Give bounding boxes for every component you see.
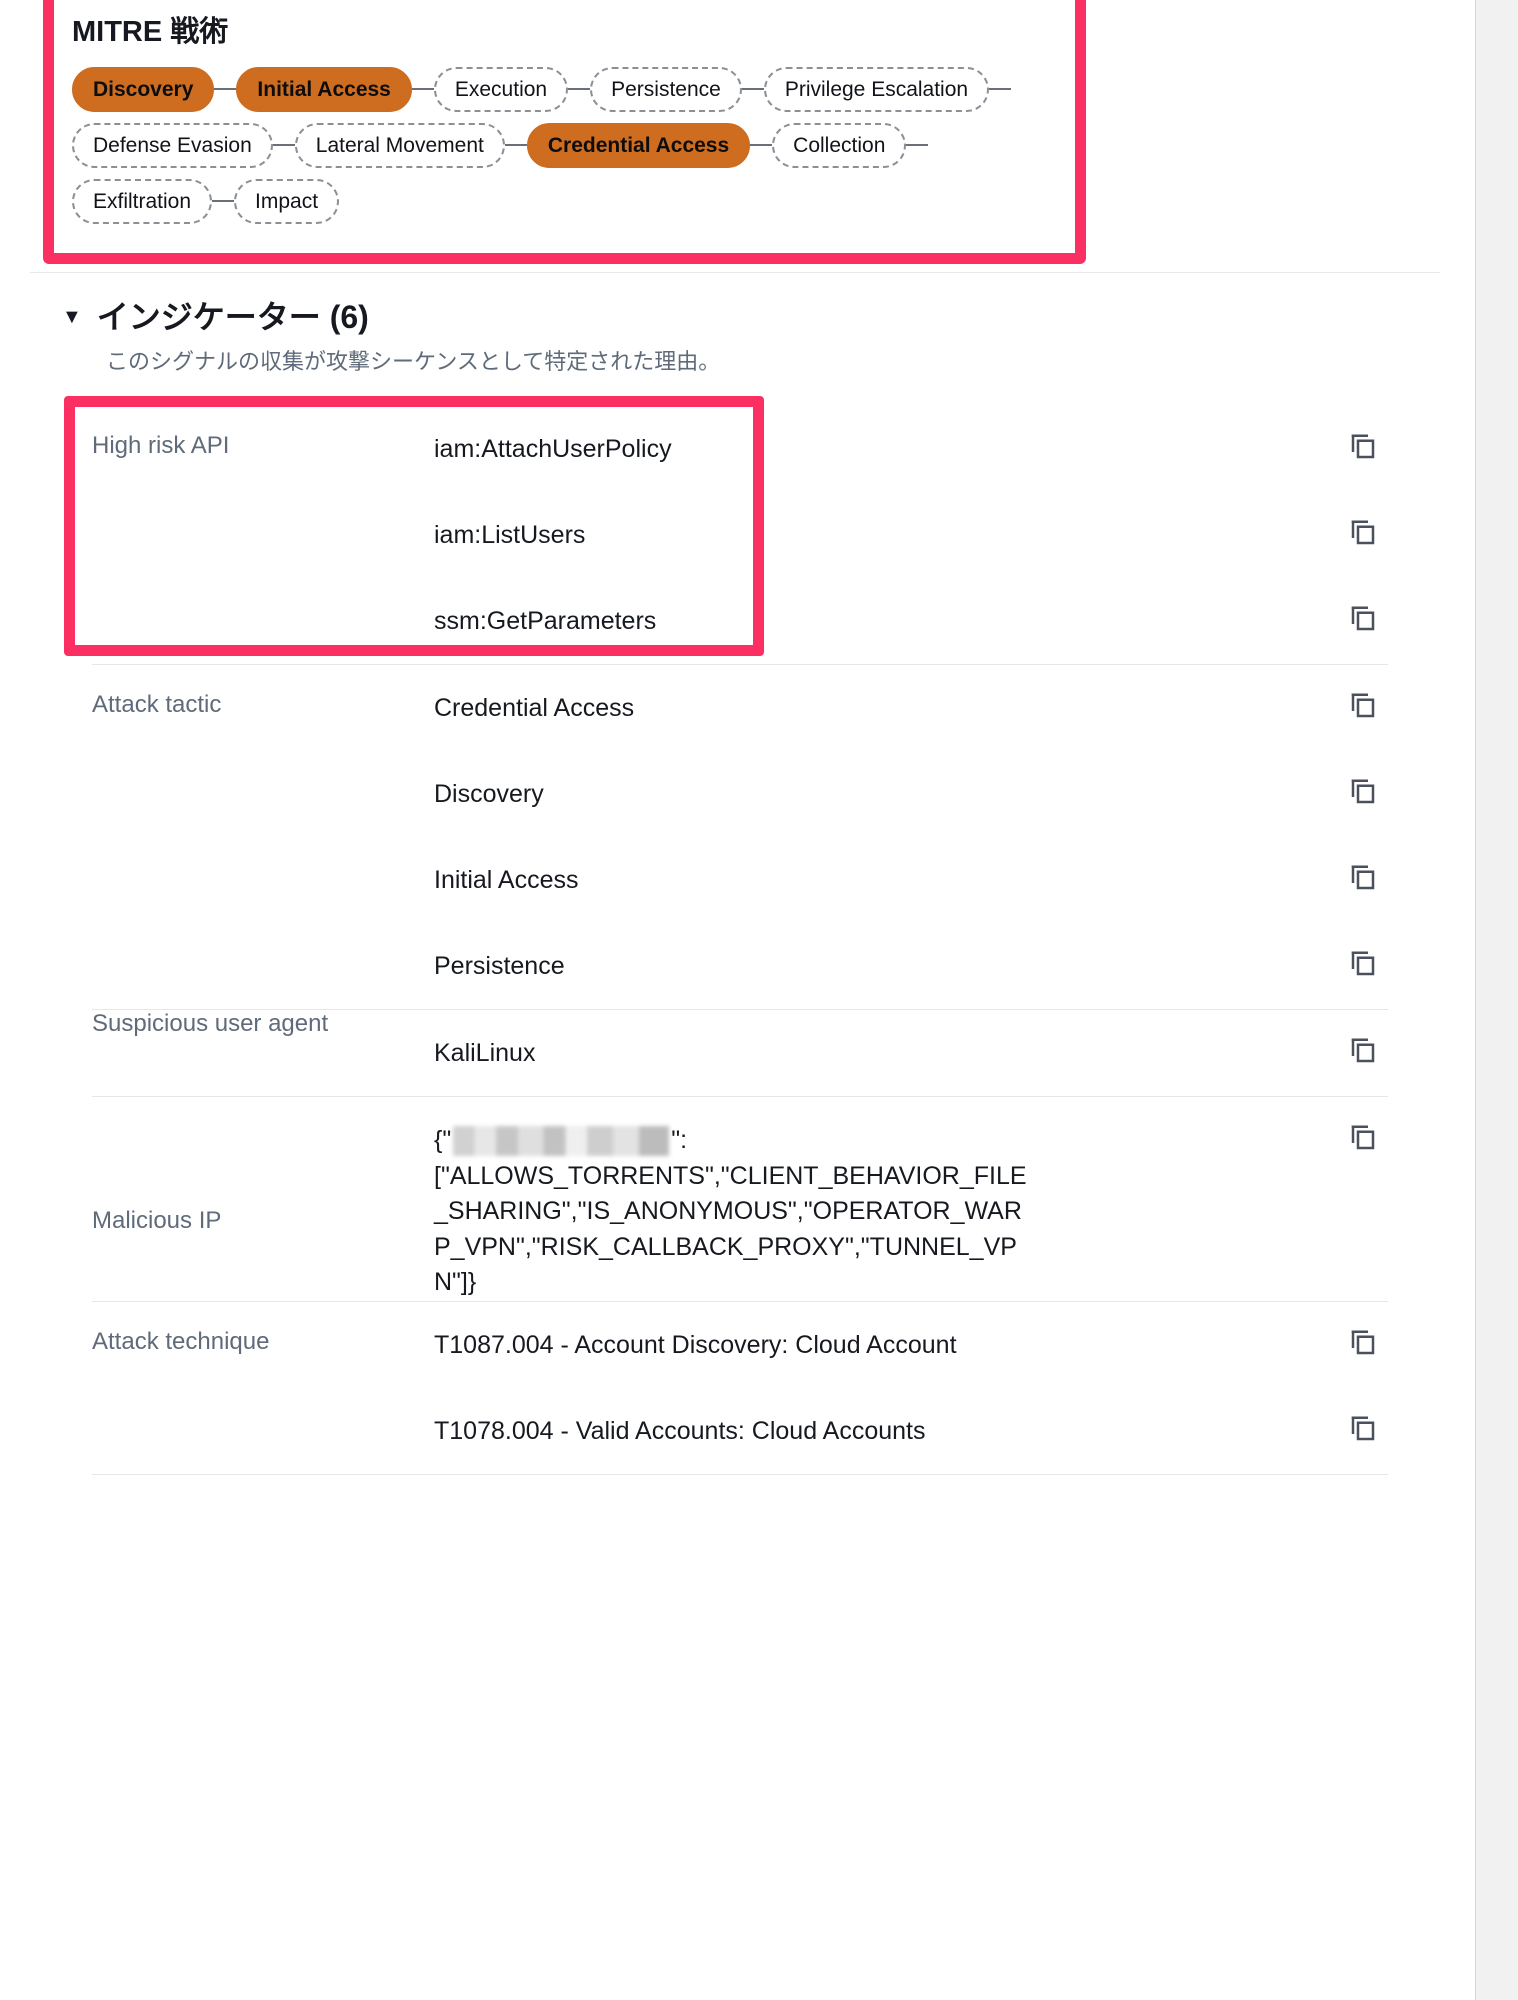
copy-button[interactable] — [1348, 665, 1388, 721]
copy-button[interactable] — [1348, 578, 1388, 634]
copy-button[interactable] — [1348, 1388, 1388, 1444]
tactic-connector — [214, 88, 237, 91]
indicators-title: インジケーター (6) — [96, 299, 369, 335]
copy-button[interactable] — [1348, 837, 1388, 893]
indicators-header: ▼ インジケーター (6) このシグナルの収集が攻撃シーケンスとして特定された理… — [62, 298, 1262, 377]
indicator-values: iam:AttachUserPolicy iam:ListUsers ssm:Get… — [434, 406, 1388, 664]
indicator-value: ssm:GetParameters — [434, 607, 657, 635]
indicator-value: iam:ListUsers — [434, 521, 586, 549]
mitre-tactic-defense-evasion[interactable]: Defense Evasion — [72, 122, 273, 168]
redacted-ip-block — [453, 1126, 670, 1157]
mitre-tactic-row: Discovery Initial Access Execution Persiste… — [72, 66, 1055, 112]
indicator-value-row: Credential Access — [434, 665, 1388, 751]
mitre-tactic-credential-access[interactable]: Credential Access — [526, 122, 751, 168]
indicator-label: High risk API — [92, 432, 230, 459]
indicator-value: {" ":["ALLOWS_TORRENTS","CLIENT_BEHAVIOR_… — [434, 1097, 1034, 1301]
indicator-value: Credential Access — [434, 694, 635, 722]
tactic-connector — [411, 88, 434, 91]
indicator-values: T1087.004 - Account Discovery: Cloud Acc… — [434, 1302, 1388, 1474]
copy-button[interactable] — [1348, 492, 1388, 548]
indicator-value-row: iam:ListUsers — [434, 492, 1388, 578]
mitre-tactic-collection[interactable]: Collection — [772, 122, 907, 168]
indicator-label: Malicious IP — [92, 1207, 222, 1234]
indicator-value-row: T1087.004 - Account Discovery: Cloud Acc… — [434, 1302, 1388, 1388]
indicator-group: Attack technique T1087.004 - Account Disc… — [92, 1302, 1388, 1475]
indicator-label: Attack technique — [92, 1327, 270, 1355]
mitre-tactic-privilege-escalation[interactable]: Privilege Escalation — [763, 66, 990, 112]
indicator-value: Discovery — [434, 780, 544, 808]
mitre-tactics-rows: Discovery Initial Access Execution Persiste… — [72, 66, 1055, 224]
indicator-value-row: iam:AttachUserPolicy — [434, 406, 1388, 492]
indicator-group: Suspicious user agent KaliLinux — [92, 1010, 1388, 1097]
indicator-group: Attack tactic Credential Access Discovery I… — [92, 665, 1388, 1010]
copy-button[interactable] — [1348, 923, 1388, 979]
tactic-connector — [741, 88, 764, 91]
copy-button[interactable] — [1348, 1097, 1388, 1153]
tactic-connector — [272, 144, 295, 147]
indicator-value: iam:AttachUserPolicy — [434, 435, 672, 463]
mitre-tactic-row: Exfiltration Impact — [72, 178, 1055, 224]
tactic-connector — [906, 144, 929, 147]
indicator-values: Credential Access Discovery Initial Access… — [434, 665, 1388, 1009]
indicator-value-row: {" ":["ALLOWS_TORRENTS","CLIENT_BEHAVIOR_… — [434, 1097, 1388, 1301]
indicator-value: T1087.004 - Account Discovery: Cloud Acc… — [434, 1330, 957, 1359]
mitre-tactic-impact[interactable]: Impact — [234, 178, 340, 224]
indicator-value-row: KaliLinux — [434, 1010, 1388, 1096]
indicators-table: High risk API iam:AttachUserPolicy iam:Lis… — [92, 406, 1388, 1475]
tactic-connector — [568, 88, 591, 91]
section-divider — [30, 272, 1440, 273]
indicator-group: Malicious IP {" ":["ALLOWS_TORRENTS","CLIE… — [92, 1097, 1388, 1302]
copy-button[interactable] — [1348, 1010, 1388, 1066]
indicator-group: High risk API iam:AttachUserPolicy iam:Lis… — [92, 406, 1388, 665]
mitre-tactic-exfiltration[interactable]: Exfiltration — [72, 178, 213, 224]
details-panel: MITRE 戦術 Discovery Initial Access Executio… — [0, 0, 1476, 2000]
indicator-value-row: Discovery — [434, 751, 1388, 837]
indicator-label: Attack tactic — [92, 691, 222, 718]
indicators-title-row[interactable]: ▼ インジケーター (6) — [62, 298, 1262, 336]
mitre-tactic-initial-access[interactable]: Initial Access — [236, 66, 412, 112]
tactic-connector — [750, 144, 773, 147]
indicator-value-row: Persistence — [434, 923, 1388, 1009]
indicator-label: Suspicious user agent — [92, 1010, 329, 1037]
indicator-value: T1078.004 - Valid Accounts: Cloud Accoun… — [434, 1416, 926, 1445]
mitre-tactics-highlight-box: MITRE 戦術 Discovery Initial Access Executio… — [43, 0, 1086, 264]
indicator-values: {" ":["ALLOWS_TORRENTS","CLIENT_BEHAVIOR_… — [434, 1097, 1388, 1301]
indicator-value-row: Initial Access — [434, 837, 1388, 923]
copy-button[interactable] — [1348, 1302, 1388, 1358]
mitre-tactics-card: MITRE 戦術 Discovery Initial Access Executio… — [54, 0, 1075, 253]
tactic-connector — [504, 144, 527, 147]
indicator-value-row: T1078.004 - Valid Accounts: Cloud Accoun… — [434, 1388, 1388, 1474]
indicator-values: KaliLinux — [434, 1010, 1388, 1096]
page-gutter — [1477, 0, 1518, 2000]
chevron-down-icon[interactable]: ▼ — [62, 307, 82, 327]
indicator-value: Initial Access — [434, 866, 579, 894]
tactic-connector — [212, 200, 235, 203]
indicator-value: Persistence — [434, 952, 565, 980]
mitre-tactic-discovery[interactable]: Discovery — [72, 66, 215, 112]
indicator-value-row: ssm:GetParameters — [434, 578, 1388, 664]
indicators-subtitle: このシグナルの収集が攻撃シーケンスとして特定された理由。 — [106, 349, 721, 375]
mitre-tactic-persistence[interactable]: Persistence — [590, 66, 742, 112]
tactic-connector — [989, 88, 1012, 91]
mitre-tactic-lateral-movement[interactable]: Lateral Movement — [294, 122, 505, 168]
mitre-tactic-row: Defense Evasion Lateral Movement Credentia… — [72, 122, 1055, 168]
mitre-tactics-title: MITRE 戦術 — [72, 16, 229, 48]
copy-button[interactable] — [1348, 406, 1388, 462]
indicator-value: KaliLinux — [434, 1039, 536, 1067]
screenshot-root: MITRE 戦術 Discovery Initial Access Executio… — [0, 0, 1518, 2000]
malicious-ip-value-prefix: {" — [434, 1126, 452, 1154]
mitre-tactic-execution[interactable]: Execution — [433, 66, 569, 112]
copy-button[interactable] — [1348, 751, 1388, 807]
